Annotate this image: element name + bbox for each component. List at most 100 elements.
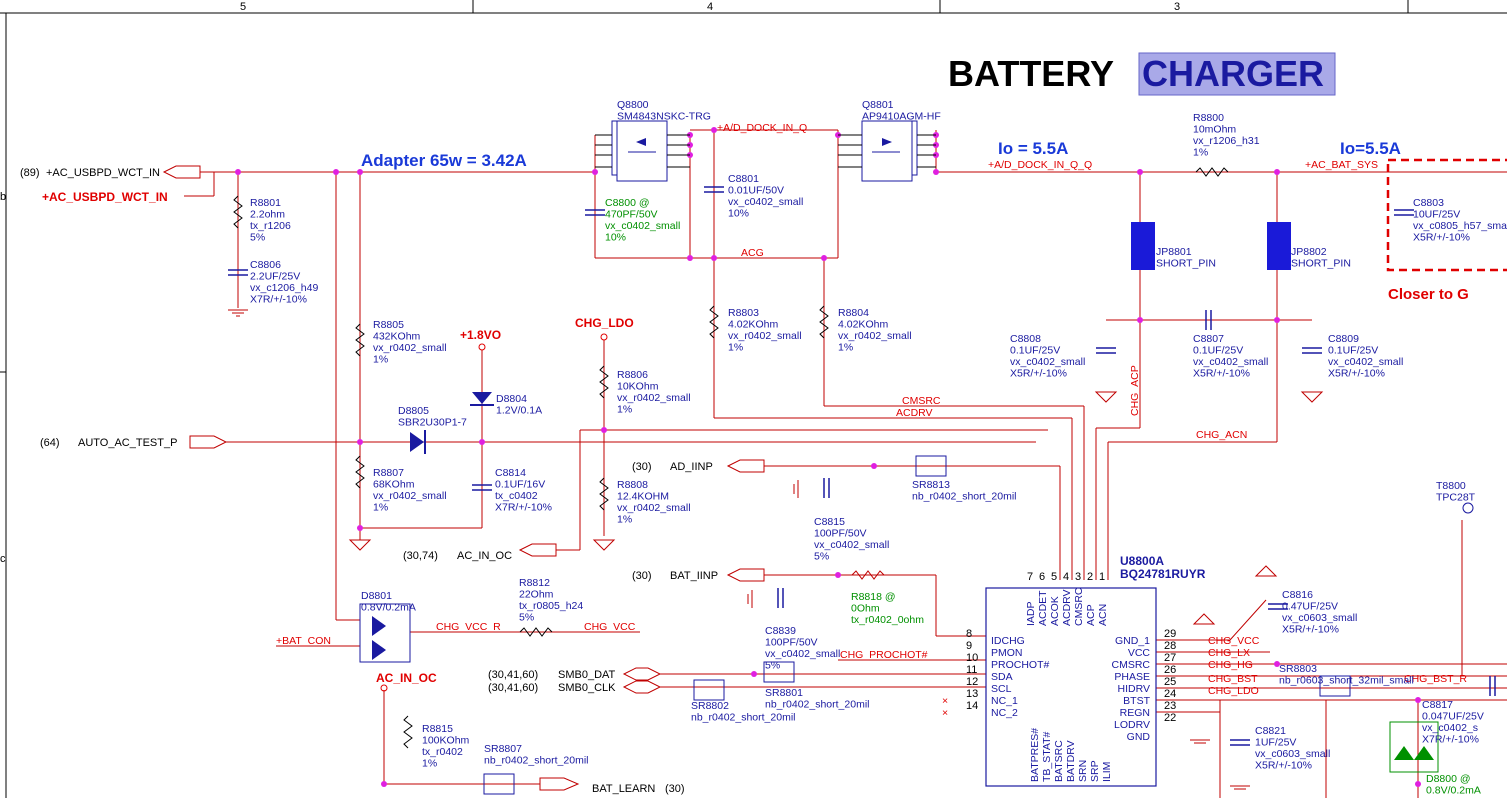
- port-ref-bat-iinp: (30): [632, 570, 652, 582]
- label-c8821-2: vx_c0603_small: [1255, 748, 1330, 760]
- label-c8800-2: vx_c0402_small: [605, 220, 680, 232]
- label-r8800-1: 10mOhm: [1193, 124, 1236, 136]
- ic-left-num-8: 8: [966, 628, 972, 640]
- label-d8804-0: D8804: [496, 393, 527, 405]
- label-r8800-2: vx_r1206_h31: [1193, 135, 1260, 147]
- label-sr8807-1: nb_r0402_short_20mil: [484, 755, 589, 767]
- port-ref-smb-clk: (30,41,60): [488, 682, 538, 694]
- label-r8801-2: tx_r1206: [250, 220, 291, 232]
- label-r8818-1: 0Ohm: [851, 603, 880, 615]
- label-r8804-2: vx_r0402_small: [838, 330, 912, 342]
- label-c8821-3: X5R/+/-10%: [1255, 760, 1312, 772]
- label-c8801-1: 0.01UF/50V: [728, 185, 784, 197]
- label-c8817-0: C8817: [1422, 699, 1453, 711]
- label-r8805-3: 1%: [373, 354, 388, 366]
- label-r8806-3: 1%: [617, 404, 632, 416]
- label-c8814-1: 0.1UF/16V: [495, 479, 545, 491]
- ic-left-num-11: 11: [966, 664, 977, 676]
- label-q8801-0: Q8801: [862, 99, 894, 111]
- net-chg-vcc-2: CHG_VCC: [1208, 635, 1260, 647]
- label-c8814-3: X7R/+/-10%: [495, 502, 552, 514]
- ac-in-oc-heading: AC_IN_OC: [376, 671, 437, 685]
- ic-bottom-pin-5: SRP: [1089, 760, 1101, 782]
- label-r8803-3: 1%: [728, 342, 743, 354]
- schematic-canvas: 5 4 3 b c BATTERY CHARGER Adapter 65w = …: [0, 0, 1507, 798]
- label-c8809-2: vx_c0402_small: [1328, 356, 1403, 368]
- label-c8806-3: X7R/+/-10%: [250, 294, 307, 306]
- net-dock-qq: +A/D_DOCK_IN_Q_Q: [988, 159, 1092, 171]
- port-bat-learn: BAT_LEARN: [592, 783, 655, 795]
- jumper-jp8802: [1267, 222, 1291, 270]
- chg-ldo-rail: CHG_LDO: [575, 316, 634, 330]
- label-r8804-1: 4.02KOhm: [838, 319, 888, 331]
- frame-col-4: 4: [707, 1, 713, 13]
- net-bat-con: +BAT_CON: [276, 635, 331, 647]
- label-sr8801-1: nb_r0402_short_20mil: [765, 699, 870, 711]
- label-sr8813-1: nb_r0402_short_20mil: [912, 491, 1017, 503]
- label-r8801-0: R8801: [250, 197, 281, 209]
- ic-top-num-4: 3: [1075, 571, 1081, 583]
- ic-u8800-part: BQ24781RUYR: [1120, 567, 1206, 581]
- net-chg-prochot: CHG_PROCHOT#: [840, 649, 928, 661]
- ic-right-num-24: 24: [1164, 688, 1176, 700]
- label-c8803-2: vx_c0805_h57_small: [1413, 220, 1507, 232]
- jumper-jp8801: [1131, 222, 1155, 270]
- label-c8839-0: C8839: [765, 625, 796, 637]
- label-r8808-0: R8808: [617, 479, 648, 491]
- label-r8806-2: vx_r0402_small: [617, 392, 691, 404]
- label-r8818-0: R8818 @: [851, 591, 896, 603]
- ic-left-num-9: 9: [966, 640, 972, 652]
- ic-left-pin-5: NC_1: [991, 695, 1018, 707]
- label-c8800-0: C8800 @: [605, 197, 650, 209]
- label-c8809-1: 0.1UF/25V: [1328, 345, 1378, 357]
- net-chg-vcc-r: CHG_VCC_R: [436, 621, 501, 633]
- label-c8817-1: 0.047UF/25V: [1422, 711, 1484, 723]
- chg-ldo-terminal: [600, 333, 608, 341]
- v18-rail: +1.8VO: [460, 328, 501, 342]
- ic-left-pin-2: PROCHOT#: [991, 659, 1050, 671]
- label-r8815-3: 1%: [422, 758, 437, 770]
- net-bat-sys: +AC_BAT_SYS: [1305, 159, 1378, 171]
- label-r8804-3: 1%: [838, 342, 853, 354]
- adapter-heading: Adapter 65w = 3.42A: [361, 151, 527, 170]
- label-c8817-3: X7R/+/-10%: [1422, 734, 1479, 746]
- diode-d8805: [410, 430, 426, 454]
- label-c8839-2: vx_c0402_small: [765, 648, 840, 660]
- ic-left-num-10: 10: [966, 652, 978, 664]
- port-auto-ac-test: AUTO_AC_TEST_P: [78, 437, 177, 449]
- label-r8807-3: 1%: [373, 502, 388, 514]
- label-c8807-0: C8807: [1193, 333, 1224, 345]
- ic-left-pin-3: SDA: [991, 671, 1013, 683]
- port-ref-smb-dat: (30,41,60): [488, 669, 538, 681]
- label-r8806-1: 10KOhm: [617, 381, 659, 393]
- port-ref-ac-in-oc: (30,74): [403, 550, 438, 562]
- label-c8803-3: X5R/+/-10%: [1413, 232, 1470, 244]
- ic-u8800-ref: U8800A: [1120, 554, 1164, 568]
- ic-right-pin-2: CMSRC: [1112, 659, 1151, 671]
- frame-row-c: c: [0, 553, 6, 565]
- label-c8821-0: C8821: [1255, 725, 1286, 737]
- ic-right-num-22: 22: [1164, 712, 1176, 724]
- label-q8800-1: SM4843NSKC-TRG: [617, 111, 711, 123]
- ic-right-num-25: 25: [1164, 676, 1176, 688]
- ic-top-pin-acp: ACP: [1085, 604, 1097, 626]
- label-c8801-2: vx_c0402_small: [728, 196, 803, 208]
- label-c8821-1: 1UF/25V: [1255, 737, 1296, 749]
- ic-left-num-12: 12: [966, 676, 978, 688]
- net-acdrv: ACDRV: [896, 407, 933, 419]
- label-sr8802-0: SR8802: [691, 700, 729, 712]
- net-chg-acp: CHG_ACP: [1129, 365, 1141, 416]
- net-acg: ACG: [741, 247, 764, 259]
- label-c8808-3: X5R/+/-10%: [1010, 368, 1067, 380]
- net-chg-bst: CHG_BST: [1208, 673, 1258, 685]
- label-r8806-0: R8806: [617, 369, 648, 381]
- label-r8804-0: R8804: [838, 307, 869, 319]
- net-chg-vcc: CHG_VCC: [584, 621, 636, 633]
- ic-left-pin-0: IDCHG: [991, 635, 1025, 647]
- ic-pins: IADP 7 ACDET 6 ACOK 5 ACDRV 4 CMSRC 3 ACP 2 ACN 1 8 IDC…: [942, 571, 1176, 782]
- label-d8805-1: SBR2U30P1-7: [398, 417, 467, 429]
- ic-top-pin-cmsrc: CMSRC: [1073, 587, 1085, 626]
- label-c8800-1: 470PF/50V: [605, 209, 658, 221]
- ic-bottom-pin-1: TB_STAT#: [1041, 731, 1053, 782]
- label-c8816-1: 0.47UF/25V: [1282, 601, 1338, 613]
